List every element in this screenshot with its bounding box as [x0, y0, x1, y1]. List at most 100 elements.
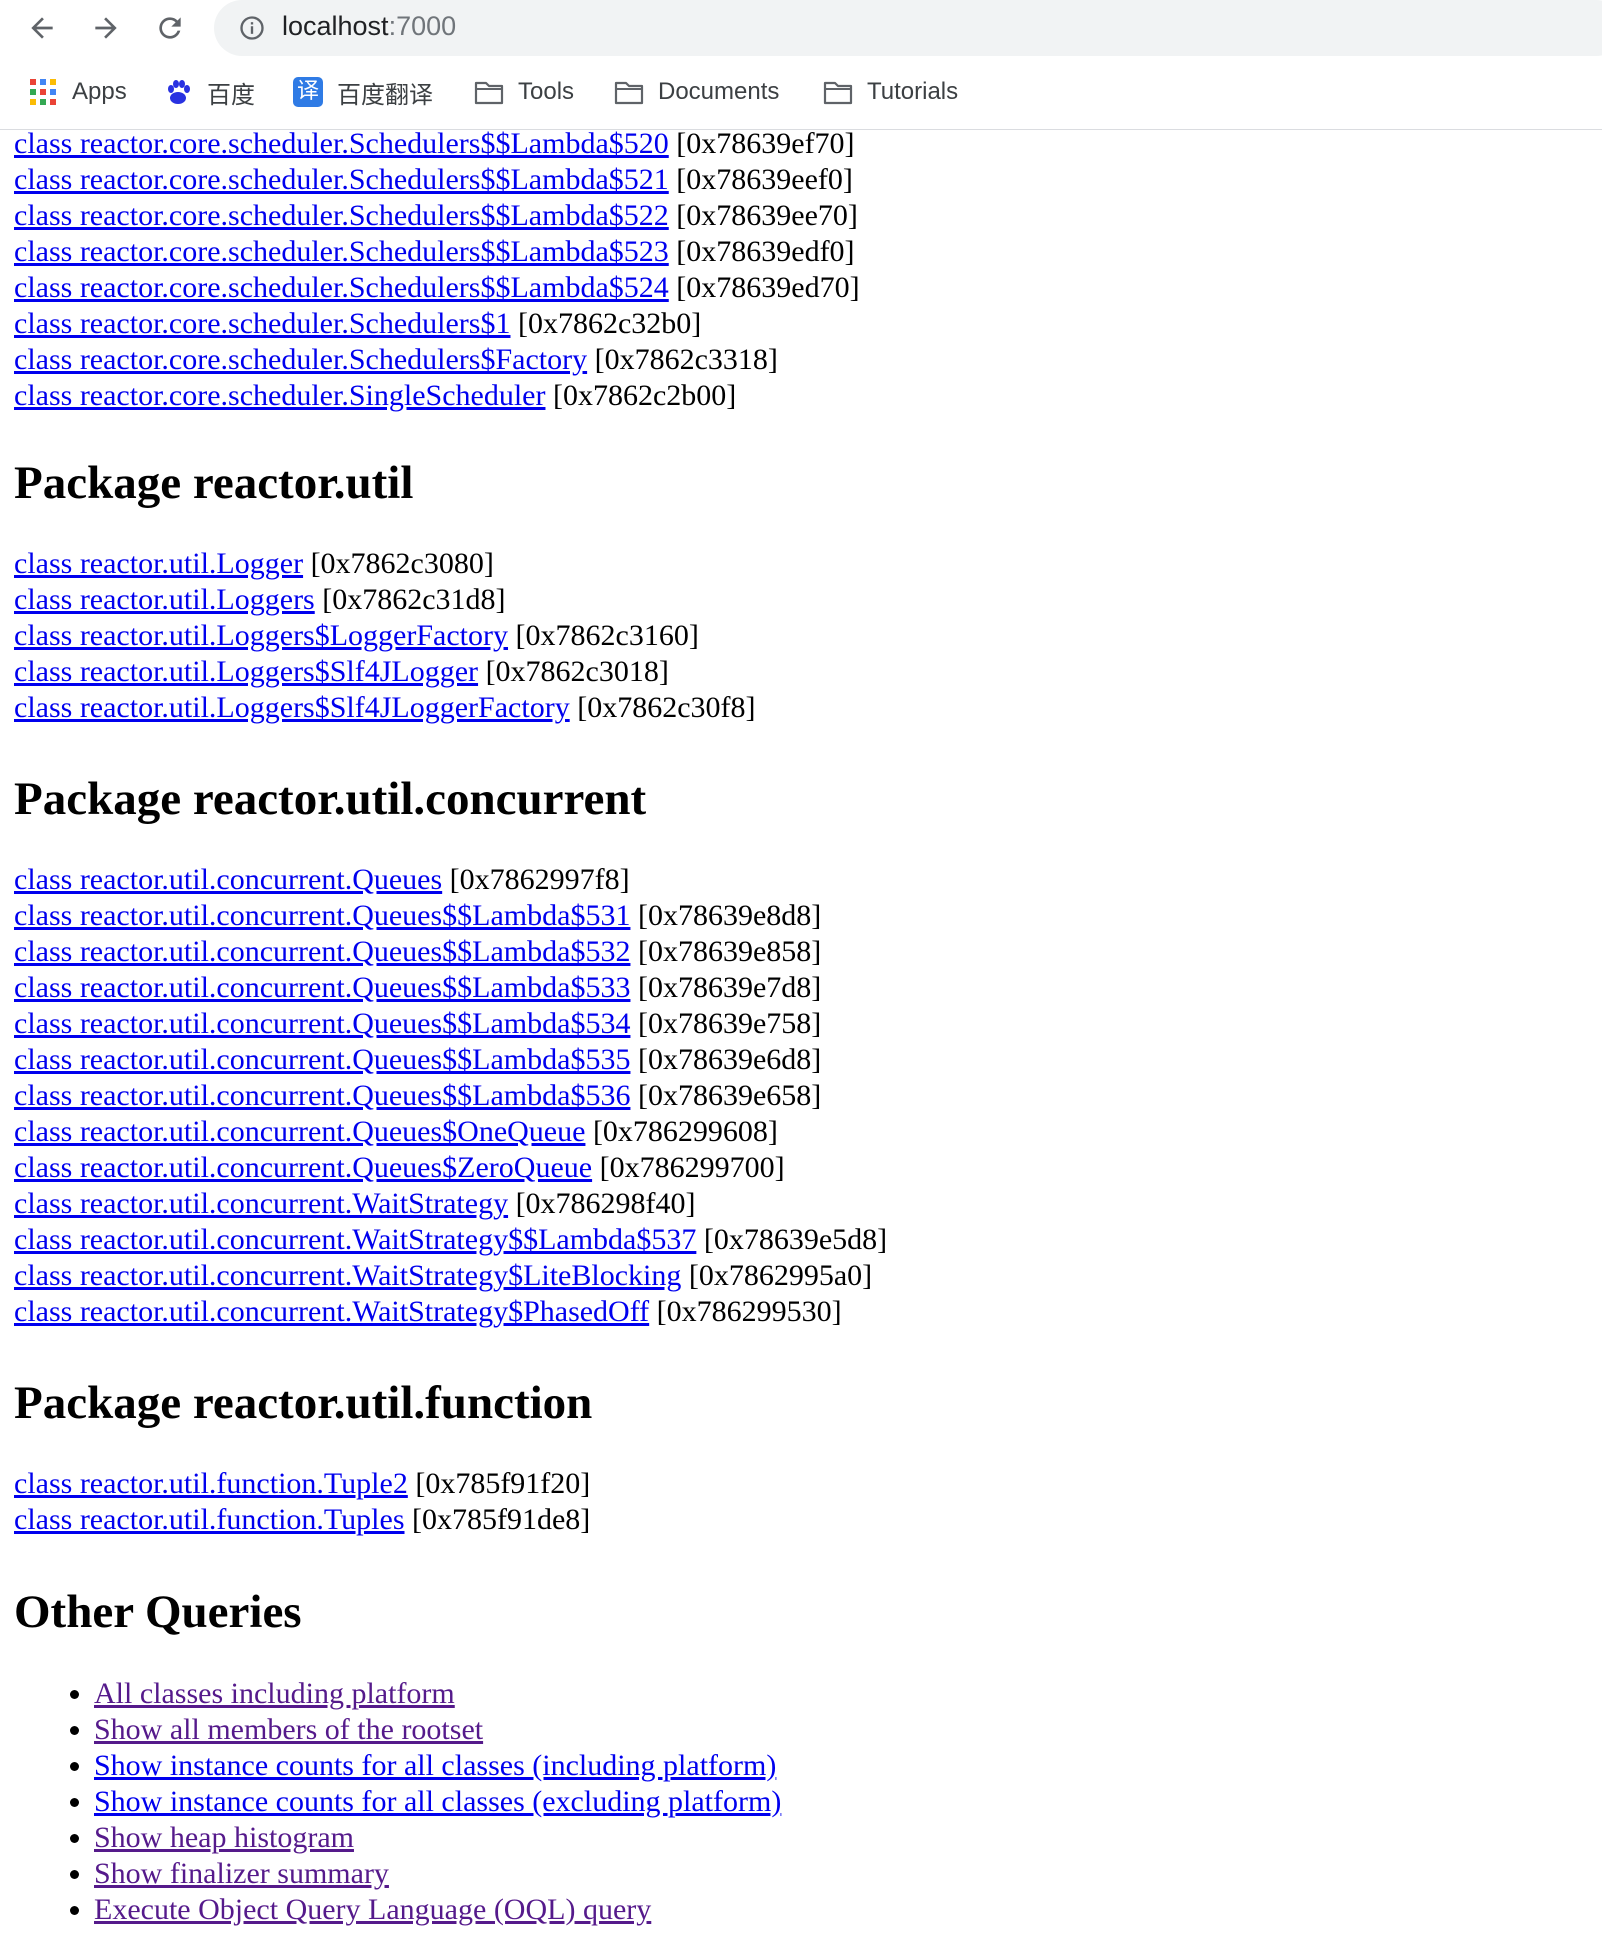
class-link[interactable]: class reactor.util.concurrent.Queues$$La… — [14, 1007, 630, 1040]
query-instance-counts-including-link[interactable]: Show instance counts for all classes (in… — [94, 1749, 776, 1782]
class-link[interactable]: class reactor.util.concurrent.WaitStrate… — [14, 1223, 696, 1256]
query-heap-histogram-link[interactable]: Show heap histogram — [94, 1821, 354, 1854]
class-link[interactable]: class reactor.util.Logger — [14, 547, 303, 580]
class-address: [0x78639e8d8] — [637, 899, 822, 932]
class-link[interactable]: class reactor.util.Loggers$Slf4JLogger — [14, 655, 478, 688]
class-link[interactable]: class reactor.core.scheduler.SingleSched… — [14, 379, 545, 412]
list-item: Show finalizer summary — [94, 1856, 781, 1892]
class-link[interactable]: class reactor.util.Loggers$LoggerFactory — [14, 619, 508, 652]
package-class-list: class reactor.util.function.Tuple2 [0x78… — [14, 1466, 590, 1538]
class-address: [0x78639e6d8] — [637, 1043, 822, 1076]
back-button[interactable] — [22, 8, 62, 48]
class-row: class reactor.util.Logger [0x7862c3080] — [14, 546, 756, 582]
class-row: class reactor.core.scheduler.Schedulers$… — [14, 342, 860, 378]
bookmark-baidu[interactable]: 百度 — [163, 70, 255, 114]
folder-icon — [474, 81, 504, 105]
class-address: [0x786299608] — [592, 1115, 778, 1148]
class-address: [0x78639e5d8] — [703, 1223, 888, 1256]
class-row: class reactor.core.scheduler.Schedulers$… — [14, 234, 860, 270]
class-link[interactable]: class reactor.core.scheduler.Schedulers$… — [14, 127, 669, 160]
class-row: class reactor.util.concurrent.WaitStrate… — [14, 1222, 887, 1258]
list-item: Show heap histogram — [94, 1820, 781, 1856]
class-row: class reactor.util.Loggers$Slf4JLoggerFa… — [14, 690, 756, 726]
class-address: [0x786299700] — [599, 1151, 785, 1184]
class-row: class reactor.util.function.Tuples [0x78… — [14, 1502, 590, 1538]
class-link[interactable]: class reactor.util.concurrent.Queues$$La… — [14, 935, 630, 968]
class-address: [0x78639e758] — [637, 1007, 822, 1040]
arrow-right-icon — [95, 17, 117, 39]
class-row: class reactor.util.concurrent.WaitStrate… — [14, 1294, 887, 1330]
url-text[interactable]: localhost:7000 — [282, 11, 456, 42]
class-link[interactable]: class reactor.util.function.Tuple2 — [14, 1467, 408, 1500]
class-link[interactable]: class reactor.util.Loggers — [14, 583, 315, 616]
query-rootset-link[interactable]: Show all members of the rootset — [94, 1713, 483, 1746]
class-link[interactable]: class reactor.util.concurrent.WaitStrate… — [14, 1187, 508, 1220]
query-all-classes-link[interactable]: All classes including platform — [94, 1677, 455, 1710]
class-address: [0x7862c31d8] — [322, 583, 506, 616]
query-instance-counts-excluding-link[interactable]: Show instance counts for all classes (ex… — [94, 1785, 781, 1818]
class-row: class reactor.util.concurrent.WaitStrate… — [14, 1186, 887, 1222]
class-link[interactable]: class reactor.util.concurrent.Queues$$La… — [14, 899, 630, 932]
bookmarks-bar: Apps 百度 译 百度翻译 Tools Documents Tutorials — [0, 70, 1602, 114]
class-link[interactable]: class reactor.util.concurrent.WaitStrate… — [14, 1259, 681, 1292]
bookmark-label: Tools — [518, 78, 575, 105]
bookmark-folder-documents[interactable]: Documents — [614, 70, 779, 114]
class-link[interactable]: class reactor.core.scheduler.Schedulers$… — [14, 199, 669, 232]
class-link[interactable]: class reactor.core.scheduler.Schedulers$… — [14, 343, 587, 376]
class-link[interactable]: class reactor.util.concurrent.WaitStrate… — [14, 1295, 649, 1328]
package-heading: Package reactor.util.concurrent — [14, 773, 647, 825]
class-row: class reactor.util.concurrent.Queues$$La… — [14, 1078, 887, 1114]
class-row: class reactor.core.scheduler.Schedulers$… — [14, 270, 860, 306]
package-heading: Package reactor.util.function — [14, 1377, 593, 1429]
bookmark-apps[interactable]: Apps — [28, 70, 127, 114]
class-link[interactable]: class reactor.util.concurrent.Queues$One… — [14, 1115, 585, 1148]
class-link[interactable]: class reactor.util.concurrent.Queues$$La… — [14, 1043, 630, 1076]
class-row: class reactor.util.Loggers$Slf4JLogger [… — [14, 654, 756, 690]
bookmark-folder-tutorials[interactable]: Tutorials — [823, 70, 958, 114]
url-port: :7000 — [388, 11, 457, 41]
class-link[interactable]: class reactor.util.function.Tuples — [14, 1503, 405, 1536]
class-address: [0x786299530] — [656, 1295, 842, 1328]
class-address: [0x78639e658] — [637, 1079, 822, 1112]
info-icon[interactable] — [238, 14, 266, 42]
class-address: [0x7862c3080] — [310, 547, 494, 580]
class-address: [0x7862c2b00] — [552, 379, 737, 412]
bookmark-baidu-fanyi[interactable]: 译 百度翻译 — [293, 70, 433, 114]
class-link[interactable]: class reactor.core.scheduler.Schedulers$… — [14, 271, 669, 304]
list-item: All classes including platform — [94, 1676, 781, 1712]
class-address: [0x7862c3160] — [515, 619, 699, 652]
url-host: localhost — [282, 11, 389, 41]
list-item: Execute Object Query Language (OQL) quer… — [94, 1892, 781, 1928]
class-row: class reactor.core.scheduler.Schedulers$… — [14, 162, 860, 198]
class-address: [0x78639e7d8] — [637, 971, 822, 1004]
address-bar[interactable]: localhost:7000 — [214, 0, 1602, 56]
class-link[interactable]: class reactor.util.concurrent.Queues$$La… — [14, 1079, 630, 1112]
list-item: Show instance counts for all classes (in… — [94, 1748, 781, 1784]
class-row: class reactor.core.scheduler.SingleSched… — [14, 378, 860, 414]
fanyi-icon: 译 — [293, 77, 323, 107]
class-link[interactable]: class reactor.core.scheduler.Schedulers$… — [14, 307, 510, 340]
class-link[interactable]: class reactor.util.concurrent.Queues — [14, 863, 442, 896]
folder-icon — [823, 81, 853, 105]
class-address: [0x78639edf0] — [676, 235, 855, 268]
query-finalizer-summary-link[interactable]: Show finalizer summary — [94, 1857, 389, 1890]
class-address: [0x78639ef70] — [676, 127, 855, 160]
class-address: [0x786298f40] — [515, 1187, 696, 1220]
class-link[interactable]: class reactor.util.Loggers$Slf4JLoggerFa… — [14, 691, 570, 724]
forward-button[interactable] — [86, 8, 126, 48]
class-row: class reactor.util.concurrent.Queues [0x… — [14, 862, 887, 898]
bookmark-folder-tools[interactable]: Tools — [474, 70, 574, 114]
class-address: [0x78639eef0] — [676, 163, 853, 196]
list-item: Show all members of the rootset — [94, 1712, 781, 1748]
class-address: [0x7862c32b0] — [517, 307, 702, 340]
reload-button[interactable] — [150, 8, 190, 48]
class-row: class reactor.core.scheduler.Schedulers$… — [14, 306, 860, 342]
other-queries-list: All classes including platform Show all … — [14, 1676, 781, 1928]
class-row: class reactor.core.scheduler.Schedulers$… — [14, 126, 860, 162]
class-row: class reactor.util.function.Tuple2 [0x78… — [14, 1466, 590, 1502]
class-link[interactable]: class reactor.util.concurrent.Queues$$La… — [14, 971, 630, 1004]
class-link[interactable]: class reactor.util.concurrent.Queues$Zer… — [14, 1151, 592, 1184]
query-oql-link[interactable]: Execute Object Query Language (OQL) quer… — [94, 1893, 651, 1926]
class-link[interactable]: class reactor.core.scheduler.Schedulers$… — [14, 163, 669, 196]
class-link[interactable]: class reactor.core.scheduler.Schedulers$… — [14, 235, 669, 268]
